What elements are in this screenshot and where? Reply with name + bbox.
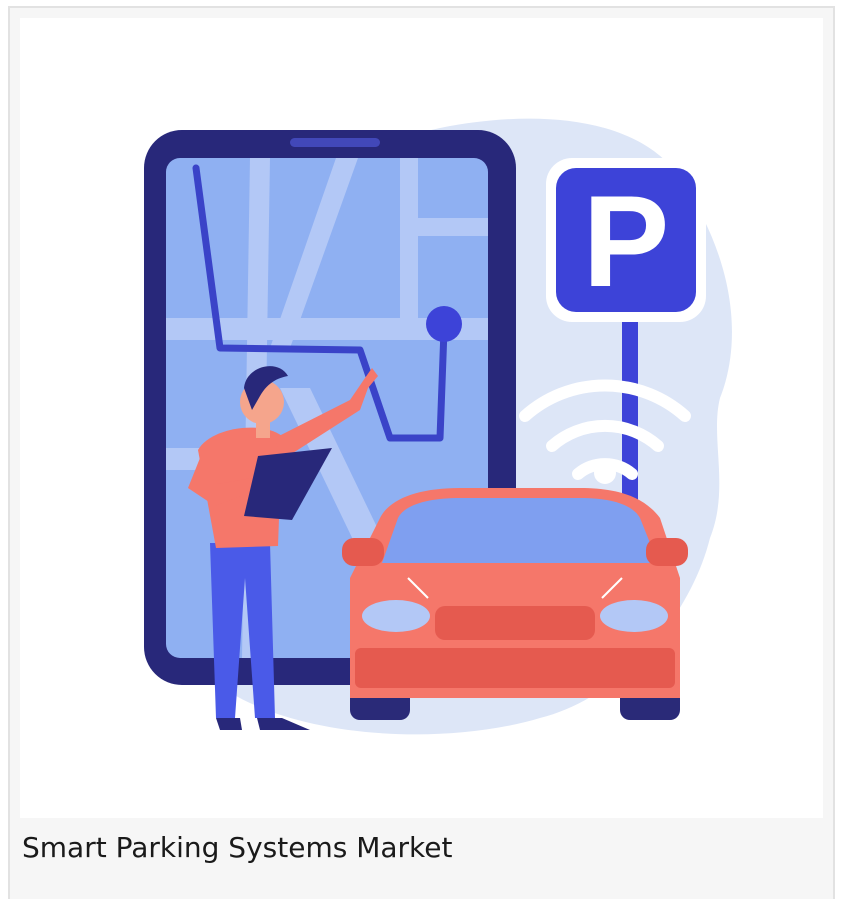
card-image[interactable]: P — [20, 18, 823, 818]
parking-sign-letter: P — [583, 168, 670, 314]
card-caption[interactable]: Smart Parking Systems Market — [22, 831, 452, 864]
product-card[interactable]: P Smart Parking Systems Market — [8, 6, 835, 899]
phone-speaker — [290, 138, 380, 147]
car — [342, 488, 688, 720]
wifi-dot — [594, 462, 616, 484]
smart-parking-illustration: P — [144, 118, 732, 735]
location-pin-icon — [426, 306, 462, 342]
